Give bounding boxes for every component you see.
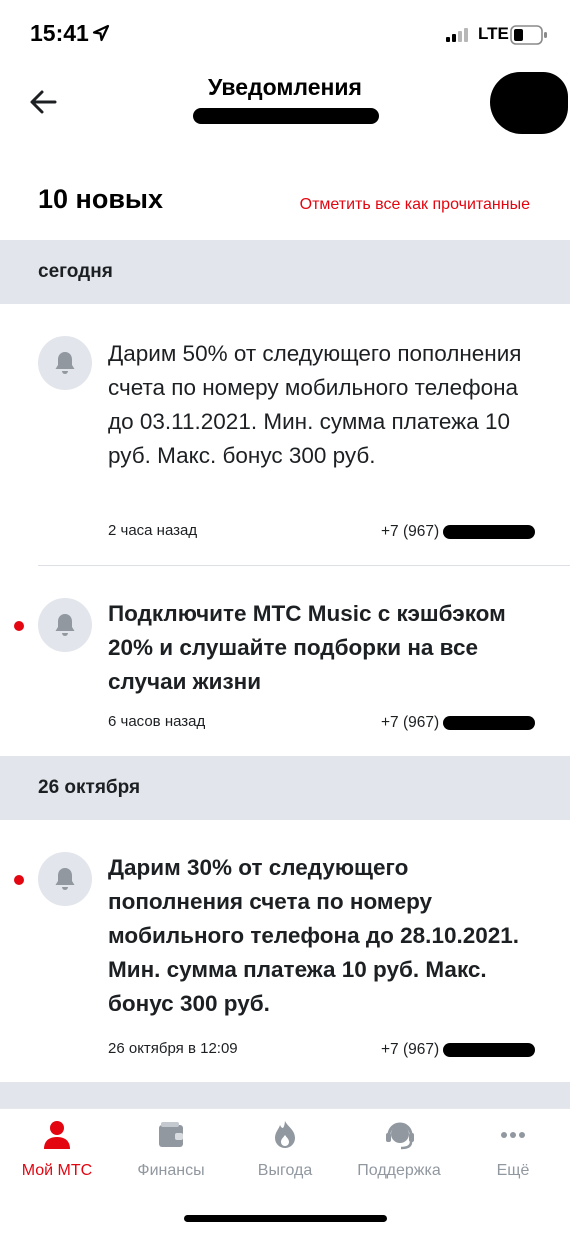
tab-my-mts[interactable]: Мой МТС xyxy=(0,1109,114,1189)
bell-icon xyxy=(55,352,75,374)
new-count: 10 новых xyxy=(38,184,164,214)
notification-text: Дарим 50% от следующего пополнения счета… xyxy=(108,341,522,468)
section-header-date: 26 октября xyxy=(0,756,570,820)
redacted-phone xyxy=(443,524,536,539)
notification-item[interactable]: Дарим 30% от следующего пополнения счета… xyxy=(0,820,570,1082)
section-label: сегодня xyxy=(38,261,113,282)
phone-prefix: +7 (967) xyxy=(381,1041,440,1058)
notification-time: 2 часа назад xyxy=(108,522,198,539)
phone-prefix: +7 (967) xyxy=(381,523,440,540)
notification-item[interactable]: Подключите МТС Music с кэшбэком 20% и сл… xyxy=(0,566,570,756)
notification-time: 26 октября в 12:09 xyxy=(108,1040,238,1057)
tab-finance[interactable]: Финансы xyxy=(114,1109,228,1189)
notification-text: Подключите МТС Music с кэшбэком 20% и сл… xyxy=(108,601,506,694)
location-arrow-icon xyxy=(92,24,110,47)
tab-support[interactable]: Поддержка xyxy=(342,1109,456,1189)
home-indicator xyxy=(184,1215,387,1222)
tab-label: Ещё xyxy=(496,1162,530,1179)
signal-bars-icon xyxy=(446,28,472,47)
status-time: 15:41 xyxy=(30,20,89,46)
page-title: Уведомления xyxy=(208,74,362,100)
tab-label: Поддержка xyxy=(357,1162,441,1179)
unread-indicator xyxy=(14,621,24,631)
tab-benefits[interactable]: Выгода xyxy=(228,1109,342,1189)
tab-label: Выгода xyxy=(257,1162,313,1179)
notification-icon-badge xyxy=(38,598,92,652)
notification-icon-badge xyxy=(38,336,92,390)
bell-icon xyxy=(55,868,75,890)
section-label: 26 октября xyxy=(38,777,141,798)
section-header-today: сегодня xyxy=(0,240,570,304)
more-dots-icon xyxy=(501,1132,525,1138)
redacted-subtitle xyxy=(193,108,379,124)
header: Уведомления xyxy=(0,70,570,150)
flame-icon xyxy=(275,1121,295,1148)
mark-all-read-button[interactable]: Отметить все как прочитанные xyxy=(300,196,530,214)
notification-phone: +7 (967) xyxy=(381,523,536,541)
phone-prefix: +7 (967) xyxy=(381,714,440,731)
notification-text: Дарим 30% от следующего пополнения счета… xyxy=(108,855,520,1016)
tab-label: Мой МТС xyxy=(21,1162,93,1179)
bell-icon xyxy=(55,614,75,636)
notification-phone: +7 (967) xyxy=(381,1041,536,1059)
battery-icon xyxy=(510,25,548,50)
notification-time: 6 часов назад xyxy=(108,713,206,730)
tab-more[interactable]: Ещё xyxy=(456,1109,570,1189)
new-count-row: 10 новых Отметить все как прочитанные xyxy=(0,170,570,240)
redacted-phone xyxy=(443,1042,536,1057)
notification-icon-badge xyxy=(38,852,92,906)
unread-indicator xyxy=(14,875,24,885)
avatar[interactable] xyxy=(490,72,568,134)
support-headset-icon xyxy=(386,1122,414,1150)
notification-phone: +7 (967) xyxy=(381,714,536,732)
person-icon xyxy=(44,1121,70,1149)
network-type: LTE xyxy=(478,24,509,43)
notification-item[interactable]: Дарим 50% от следующего пополнения счета… xyxy=(0,304,570,566)
tab-label: Финансы xyxy=(137,1162,205,1179)
status-bar: 15:41 LTE xyxy=(0,0,570,70)
redacted-phone xyxy=(443,715,536,730)
wallet-icon xyxy=(159,1122,183,1147)
